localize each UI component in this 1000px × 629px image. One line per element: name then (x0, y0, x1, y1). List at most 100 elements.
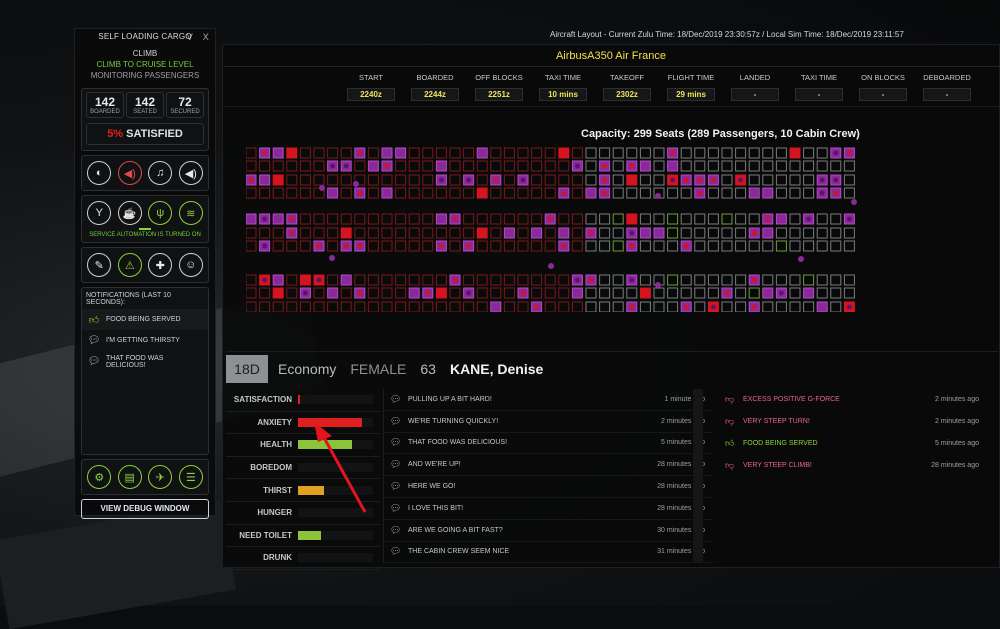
seat[interactable] (327, 187, 339, 199)
seat[interactable] (517, 240, 529, 252)
seat[interactable] (463, 160, 475, 172)
seat[interactable] (367, 227, 379, 239)
crew-icon[interactable]: ☺ (178, 253, 203, 277)
seat[interactable] (517, 274, 529, 286)
seat[interactable] (367, 274, 379, 286)
seat[interactable] (408, 213, 420, 225)
seat[interactable] (422, 274, 434, 286)
seat[interactable] (327, 147, 339, 159)
seat[interactable] (327, 301, 339, 312)
seat[interactable] (816, 213, 828, 225)
seat[interactable] (259, 287, 271, 299)
seat[interactable] (571, 187, 583, 199)
seat[interactable] (789, 301, 801, 312)
seat[interactable] (381, 213, 393, 225)
seat[interactable] (286, 147, 298, 159)
seat[interactable] (327, 287, 339, 299)
seat[interactable] (463, 227, 475, 239)
seat[interactable] (246, 160, 257, 172)
seat[interactable] (735, 240, 747, 252)
seat[interactable] (843, 174, 855, 186)
seat[interactable] (721, 160, 733, 172)
seat[interactable] (340, 174, 352, 186)
seat[interactable] (775, 301, 787, 312)
seat[interactable] (340, 287, 352, 299)
seat[interactable] (585, 240, 597, 252)
seat[interactable] (544, 301, 556, 312)
seat[interactable] (354, 301, 366, 312)
seat[interactable] (531, 213, 543, 225)
airplane-icon[interactable]: ✈ (148, 465, 173, 489)
speaker-icon[interactable]: ◀) (178, 161, 203, 185)
seat[interactable] (367, 213, 379, 225)
seat[interactable] (313, 227, 325, 239)
seat[interactable] (531, 187, 543, 199)
seat[interactable] (748, 213, 760, 225)
seat[interactable] (449, 160, 461, 172)
seat[interactable] (626, 213, 638, 225)
seat[interactable] (435, 213, 447, 225)
seat[interactable] (395, 240, 407, 252)
seat[interactable] (381, 274, 393, 286)
seat[interactable] (680, 213, 692, 225)
clipboard-icon[interactable]: ▤ (117, 465, 142, 489)
seat[interactable] (816, 160, 828, 172)
seat[interactable] (381, 187, 393, 199)
seat[interactable] (667, 240, 679, 252)
seat[interactable] (313, 147, 325, 159)
seat[interactable] (803, 147, 815, 159)
seat[interactable] (354, 213, 366, 225)
seat[interactable] (667, 187, 679, 199)
seat[interactable] (272, 187, 284, 199)
seat[interactable] (843, 274, 855, 286)
drinks-icon[interactable]: Y (87, 201, 112, 225)
seat[interactable] (626, 174, 638, 186)
seat[interactable] (653, 301, 665, 312)
seat[interactable] (762, 147, 774, 159)
seat[interactable] (246, 213, 257, 225)
wrench-icon[interactable]: ✎ (87, 253, 112, 277)
seat[interactable] (707, 287, 719, 299)
seat[interactable] (463, 187, 475, 199)
seat[interactable] (721, 301, 733, 312)
seat[interactable] (721, 213, 733, 225)
seat[interactable] (775, 274, 787, 286)
seat[interactable] (843, 227, 855, 239)
seat[interactable] (789, 287, 801, 299)
seat[interactable] (395, 213, 407, 225)
seat[interactable] (830, 213, 842, 225)
seat[interactable] (408, 160, 420, 172)
seat[interactable] (340, 213, 352, 225)
seat[interactable] (299, 301, 311, 312)
seat[interactable] (367, 240, 379, 252)
seat[interactable] (735, 147, 747, 159)
seat[interactable] (531, 160, 543, 172)
seat[interactable] (367, 160, 379, 172)
seat[interactable] (313, 301, 325, 312)
seat[interactable] (340, 147, 352, 159)
seat[interactable] (544, 147, 556, 159)
seat[interactable] (789, 240, 801, 252)
seat[interactable] (272, 160, 284, 172)
seat[interactable] (721, 240, 733, 252)
seat[interactable] (803, 174, 815, 186)
seat[interactable] (558, 301, 570, 312)
seat[interactable] (789, 213, 801, 225)
seat[interactable] (830, 227, 842, 239)
seat[interactable] (299, 240, 311, 252)
seat[interactable] (299, 187, 311, 199)
seat[interactable] (558, 274, 570, 286)
seat[interactable] (286, 187, 298, 199)
seat[interactable] (327, 274, 339, 286)
seat[interactable] (558, 227, 570, 239)
seat[interactable] (517, 147, 529, 159)
seat[interactable] (327, 174, 339, 186)
seat[interactable] (762, 227, 774, 239)
seat[interactable] (816, 301, 828, 312)
seat[interactable] (503, 227, 515, 239)
seat[interactable] (544, 174, 556, 186)
seat[interactable] (816, 147, 828, 159)
seat[interactable] (544, 274, 556, 286)
seat[interactable] (639, 160, 651, 172)
seat[interactable] (639, 174, 651, 186)
